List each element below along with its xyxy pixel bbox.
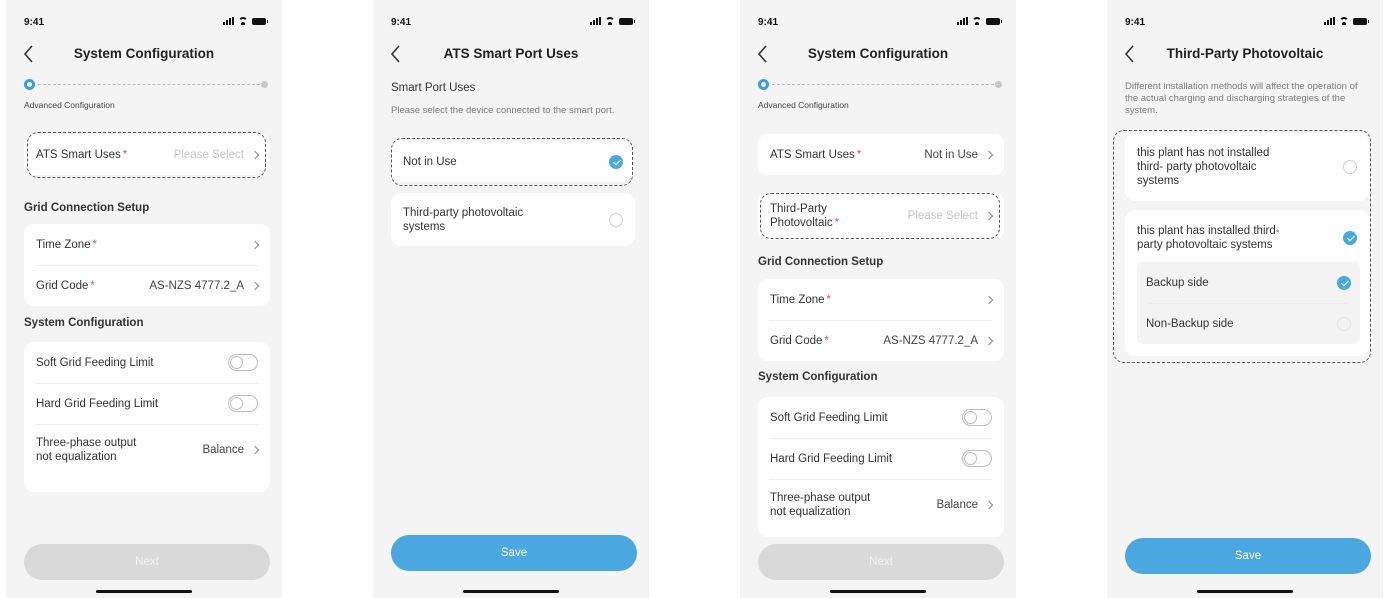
system-card: Soft Grid Feeding Limit Hard Grid Feedin…	[24, 342, 270, 492]
wifi-icon	[238, 17, 248, 25]
wifi-icon	[605, 17, 615, 25]
chevron-right-icon	[984, 295, 994, 304]
page-title: System Configuration	[73, 46, 215, 61]
page-title: ATS Smart Port Uses	[443, 46, 579, 61]
time-zone-row[interactable]: Time Zone *	[758, 279, 1004, 320]
battery-icon	[1353, 17, 1369, 25]
signal-icon	[223, 17, 234, 25]
third-party-pv-row[interactable]: Third-Party Photovoltaic * Please Select	[758, 192, 1004, 240]
time-zone-row[interactable]: Time Zone *	[24, 224, 270, 265]
ats-card: ATS Smart Uses * Please Select	[24, 134, 270, 175]
option-installed[interactable]: this plant has installed third-party pho…	[1125, 210, 1369, 356]
battery-icon	[619, 17, 635, 25]
soft-grid-limit-toggle[interactable]	[228, 354, 258, 371]
battery-icon	[986, 17, 1002, 25]
status-bar: 9:41	[373, 14, 649, 32]
home-indicator	[463, 590, 559, 593]
chevron-right-icon	[250, 240, 260, 249]
page-title: System Configuration	[807, 46, 949, 61]
chevron-right-icon	[250, 150, 260, 159]
wifi-icon	[972, 17, 982, 25]
soft-grid-limit-row: Soft Grid Feeding Limit	[758, 397, 1004, 438]
ats-card: ATS Smart Uses * Not in Use	[758, 134, 1004, 175]
screen-third-party-photovoltaic: 9:41 Third-Party Photovoltaic Different …	[1107, 0, 1383, 598]
system-card: Soft Grid Feeding Limit Hard Grid Feedin…	[758, 397, 1004, 537]
grid-connection-heading: Grid Connection Setup	[24, 202, 150, 214]
grid-card: Time Zone * Grid Code * AS-NZS 4777.2_A	[758, 279, 1004, 361]
screen-system-configuration-1: 9:41 System Configuration Advanced Confi…	[6, 0, 282, 598]
home-indicator	[830, 590, 926, 593]
screen-system-configuration-2: 9:41 System Configuration Advanced Confi…	[740, 0, 1016, 598]
soft-grid-limit-row: Soft Grid Feeding Limit	[24, 342, 270, 383]
hard-grid-limit-row: Hard Grid Feeding Limit	[758, 438, 1004, 479]
ats-label: ATS Smart Uses	[36, 148, 121, 161]
ats-smart-uses-row[interactable]: ATS Smart Uses * Not in Use	[758, 134, 1004, 175]
status-bar: 9:41	[1107, 14, 1383, 32]
three-phase-row[interactable]: Three-phase output not equalization Balan…	[758, 479, 1004, 531]
status-bar: 9:41	[6, 14, 282, 32]
option-not-in-use[interactable]: Not in Use	[391, 141, 635, 182]
radio-icon[interactable]	[609, 212, 623, 227]
save-button[interactable]: Save	[1125, 538, 1371, 574]
signal-icon	[957, 17, 968, 25]
status-bar: 9:41	[740, 14, 1016, 32]
hard-grid-limit-toggle[interactable]	[962, 450, 992, 467]
chevron-right-icon	[984, 336, 994, 345]
ats-value: Please Select	[173, 148, 244, 161]
chevron-right-icon	[984, 500, 994, 510]
grid-connection-heading: Grid Connection Setup	[758, 256, 884, 268]
sub-options: Backup side Non-Backup side	[1137, 262, 1360, 344]
next-button[interactable]: Next	[758, 544, 1004, 580]
system-configuration-heading: System Configuration	[758, 371, 878, 383]
option-third-party-pv[interactable]: Third-party photovoltaic systems	[391, 193, 635, 246]
soft-grid-limit-toggle[interactable]	[962, 409, 992, 426]
ats-smart-uses-row[interactable]: ATS Smart Uses * Please Select	[24, 134, 270, 175]
check-icon[interactable]	[1337, 275, 1351, 290]
signal-icon	[590, 17, 601, 25]
step-progress	[24, 78, 268, 92]
radio-icon[interactable]	[1337, 316, 1351, 331]
save-button[interactable]: Save	[391, 535, 637, 571]
step-label: Advanced Configuration	[758, 100, 849, 110]
smart-port-description: Please select the device connected to th…	[391, 105, 615, 116]
third-party-pv-card: Third-Party Photovoltaic * Please Select	[758, 192, 1004, 240]
hard-grid-limit-toggle[interactable]	[228, 395, 258, 412]
home-indicator	[96, 590, 192, 593]
next-button[interactable]: Next	[24, 544, 270, 580]
grid-code-row[interactable]: Grid Code * AS-NZS 4777.2_A	[758, 320, 1004, 361]
system-configuration-heading: System Configuration	[24, 317, 144, 329]
option-not-installed[interactable]: this plant has not installed third- party…	[1125, 133, 1369, 201]
backup-side-option[interactable]: Backup side	[1137, 262, 1360, 303]
grid-card: Time Zone * Grid Code * AS-NZS 4777.2_A	[24, 224, 270, 306]
non-backup-side-option[interactable]: Non-Backup side	[1137, 303, 1360, 344]
page-title: Third-Party Photovoltaic	[1166, 46, 1324, 61]
screen-ats-smart-port-uses: 9:41 ATS Smart Port Uses Smart Port Uses…	[373, 0, 649, 598]
status-time: 9:41	[24, 17, 45, 28]
three-phase-row[interactable]: Three-phase output not equalization Balan…	[24, 424, 270, 476]
signal-icon	[1324, 17, 1335, 25]
pv-description: Different installation methods will affe…	[1125, 81, 1358, 116]
wifi-icon	[1339, 17, 1349, 25]
grid-code-row[interactable]: Grid Code * AS-NZS 4777.2_A	[24, 265, 270, 306]
chevron-right-icon	[250, 445, 260, 455]
radio-icon[interactable]	[1343, 160, 1357, 174]
step-progress	[758, 78, 1002, 92]
hard-grid-limit-row: Hard Grid Feeding Limit	[24, 383, 270, 424]
home-indicator	[1197, 590, 1293, 593]
smart-port-heading: Smart Port Uses	[391, 82, 476, 94]
check-icon[interactable]	[609, 154, 623, 169]
chevron-right-icon	[250, 281, 260, 290]
chevron-right-icon	[984, 211, 994, 221]
step-label: Advanced Configuration	[24, 100, 115, 110]
check-icon[interactable]	[1343, 231, 1357, 245]
chevron-right-icon	[984, 150, 994, 159]
battery-icon	[252, 17, 268, 25]
